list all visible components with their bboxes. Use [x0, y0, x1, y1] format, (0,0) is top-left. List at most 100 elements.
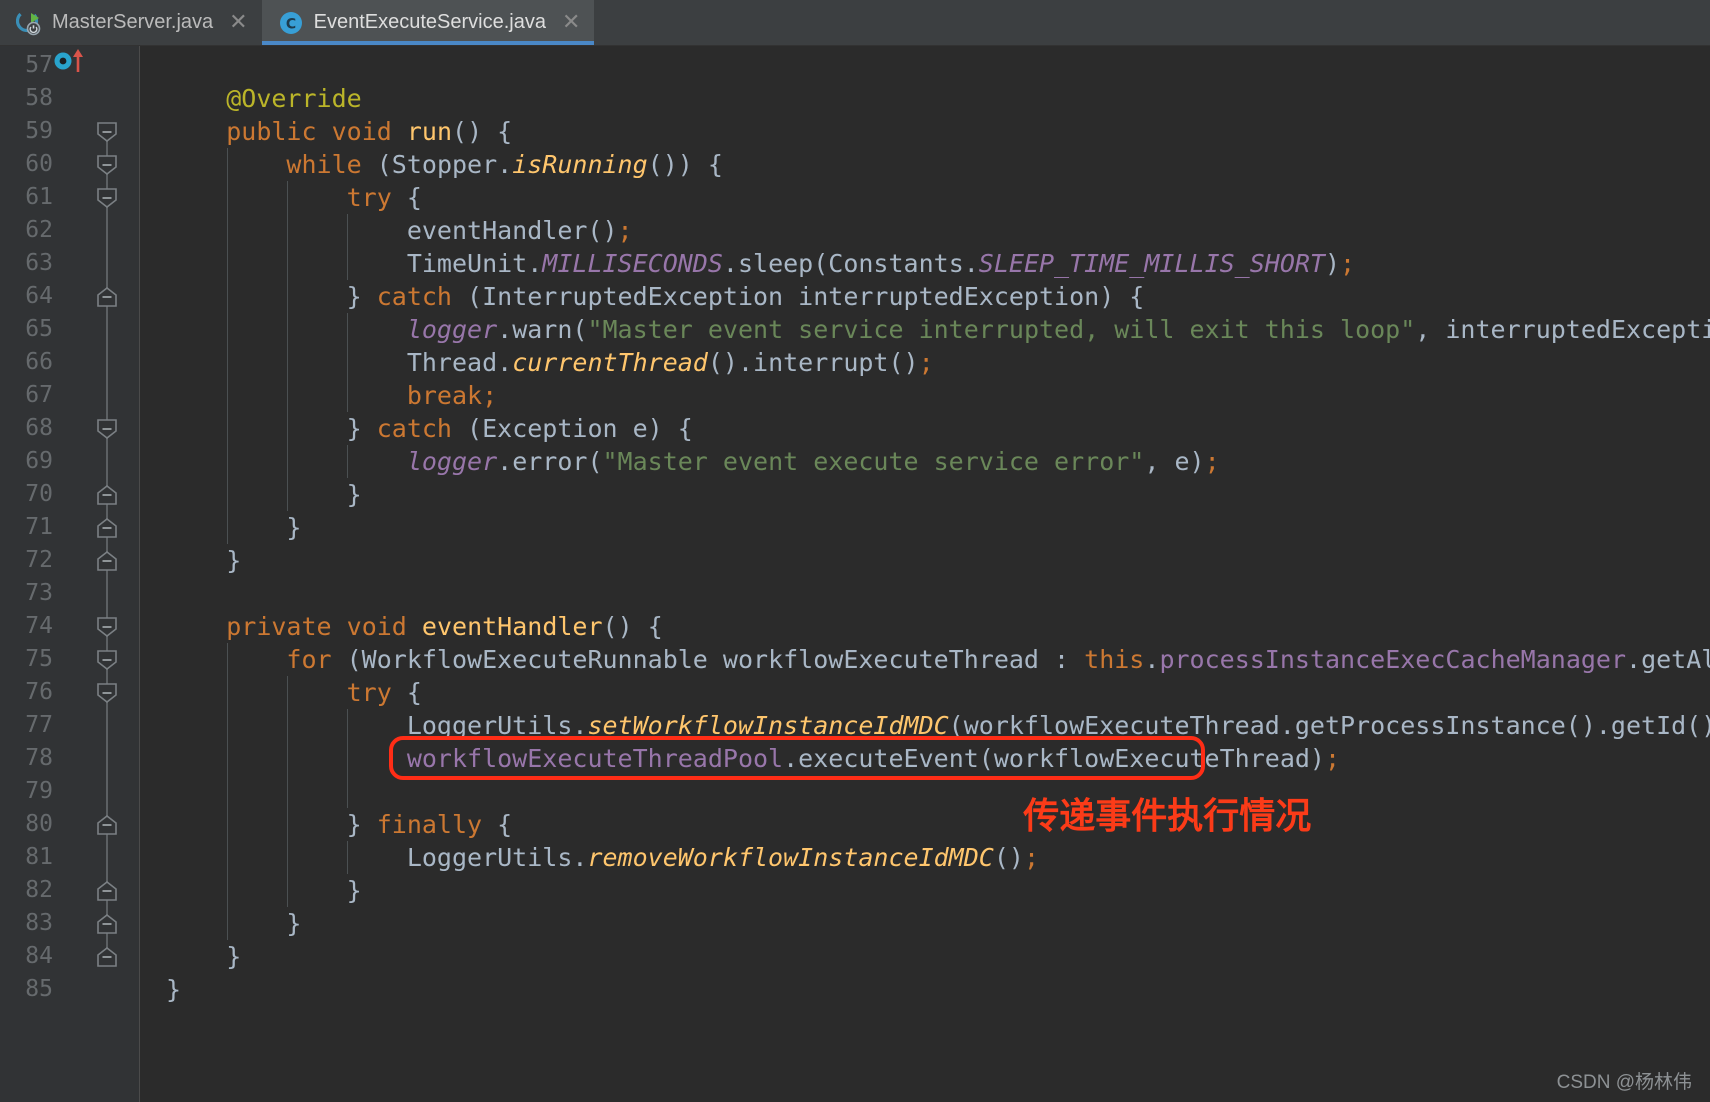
line-number: 73 — [25, 580, 53, 606]
line-number: 58 — [25, 85, 53, 111]
code-line[interactable]: private void eventHandler() { — [166, 610, 663, 643]
fold-start-icon[interactable] — [97, 616, 117, 637]
code-line[interactable]: } — [166, 907, 301, 940]
fold-start-icon[interactable] — [97, 121, 117, 142]
close-icon[interactable]: ✕ — [229, 11, 247, 34]
code-token: void — [346, 612, 407, 641]
code-token: ().interrupt() — [707, 348, 919, 377]
code-token: Thread. — [166, 348, 513, 377]
code-line[interactable]: } — [166, 511, 301, 544]
code-line[interactable]: break; — [166, 379, 497, 412]
line-number: 65 — [25, 316, 53, 342]
code-token: break — [406, 381, 483, 410]
code-line[interactable]: logger.error("Master event execute servi… — [166, 445, 1220, 478]
code-token: isRunning — [512, 150, 648, 179]
code-line[interactable]: } catch (InterruptedException interrupte… — [166, 280, 1145, 313]
fold-end-icon[interactable] — [97, 484, 117, 505]
overridden-method-marker[interactable] — [52, 46, 92, 76]
code-token: try — [346, 678, 392, 707]
code-token: ) — [1324, 249, 1341, 278]
code-line[interactable]: } catch (Exception e) { — [166, 412, 693, 445]
line-number: 63 — [25, 250, 53, 276]
code-line[interactable]: try { — [166, 676, 422, 709]
line-number: 66 — [25, 349, 53, 375]
code-token: @Override — [226, 84, 362, 113]
code-line[interactable]: TimeUnit.MILLISECONDS.sleep(Constants.SL… — [166, 247, 1355, 280]
code-token: LoggerUtils. — [166, 843, 588, 872]
fold-start-icon[interactable] — [97, 418, 117, 439]
code-token: logger — [406, 315, 498, 344]
code-line[interactable]: } finally { — [166, 808, 513, 841]
editor-gutter[interactable]: 57 58 59 60 61 62 63 64 65 66 67 68 69 70 71 72 73 74 75 76… — [0, 46, 140, 1102]
fold-end-icon[interactable] — [97, 880, 117, 901]
code-token: } — [166, 876, 362, 905]
code-token: () — [993, 843, 1024, 872]
code-token: ; — [1340, 249, 1356, 278]
code-line[interactable]: public void run() { — [166, 115, 512, 148]
code-line[interactable]: @Override — [166, 82, 362, 115]
code-token: () { — [602, 612, 663, 641]
code-token: } — [166, 480, 362, 509]
line-number: 57 — [25, 52, 53, 78]
line-number: 60 — [25, 151, 53, 177]
code-token: ; — [1324, 744, 1341, 773]
fold-end-icon[interactable] — [97, 286, 117, 307]
code-token: } — [166, 414, 377, 443]
tab-label: MasterServer.java — [52, 11, 214, 33]
line-number: 64 — [25, 283, 53, 309]
tab-eventexecuteservice-java[interactable]: C EventExecuteService.java ✕ — [261, 0, 595, 45]
code-line[interactable]: Thread.currentThread().interrupt(); — [166, 346, 934, 379]
fold-end-icon[interactable] — [97, 946, 117, 967]
line-number: 61 — [25, 184, 53, 210]
code-line[interactable]: try { — [166, 181, 422, 214]
code-line[interactable]: } — [166, 874, 362, 907]
line-number: 67 — [25, 382, 53, 408]
close-icon[interactable]: ✕ — [562, 11, 580, 34]
code-editor[interactable]: 57 58 59 60 61 62 63 64 65 66 67 68 69 70 71 72 73 74 75 76… — [0, 46, 1710, 1102]
code-surface[interactable]: @Override public void run() { while (Sto… — [141, 46, 1710, 1102]
code-token: finally — [376, 810, 483, 839]
fold-end-icon[interactable] — [97, 517, 117, 538]
fold-start-icon[interactable] — [97, 154, 117, 175]
code-line[interactable]: } — [166, 544, 241, 577]
code-line[interactable]: for (WorkflowExecuteRunnable workflowExe… — [166, 643, 1710, 676]
code-token: processInstanceExecCacheManager — [1159, 645, 1627, 674]
code-token: currentThread — [512, 348, 708, 377]
code-token: } — [166, 909, 302, 938]
code-line[interactable]: } — [166, 940, 241, 973]
code-token: .getAll()) { — [1626, 645, 1710, 674]
fold-start-icon[interactable] — [97, 682, 117, 703]
tab-masterserver-java[interactable]: MasterServer.java ✕ — [0, 0, 262, 45]
fold-end-icon[interactable] — [97, 550, 117, 571]
fold-end-icon[interactable] — [97, 913, 117, 934]
line-number: 79 — [25, 778, 53, 804]
code-line[interactable]: } — [166, 478, 362, 511]
code-token: "Master event execute service error" — [602, 447, 1145, 476]
line-number: 68 — [25, 415, 53, 441]
code-line[interactable]: } — [166, 973, 181, 1006]
code-line[interactable]: LoggerUtils.removeWorkflowInstanceIdMDC(… — [166, 841, 1039, 874]
editor-tab-bar: MasterServer.java ✕ C EventExecuteServic… — [0, 0, 1710, 46]
code-token: } — [166, 810, 377, 839]
code-line[interactable]: eventHandler(); — [166, 214, 633, 247]
code-line[interactable]: LoggerUtils.setWorkflowInstanceIdMDC(wor… — [166, 709, 1710, 742]
code-line[interactable]: while (Stopper.isRunning()) { — [166, 148, 723, 181]
code-token: setWorkflowInstanceIdMDC — [587, 711, 949, 740]
code-token: LoggerUtils. — [166, 711, 588, 740]
code-token: run — [406, 117, 453, 146]
code-token: catch — [376, 414, 452, 443]
code-line[interactable]: workflowExecuteThreadPool.executeEvent(w… — [166, 742, 1340, 775]
code-token: } — [166, 546, 242, 575]
code-line[interactable]: logger.warn("Master event service interr… — [166, 313, 1710, 346]
code-token: ; — [1204, 447, 1220, 476]
fold-start-icon[interactable] — [97, 187, 117, 208]
fold-start-icon[interactable] — [97, 649, 117, 670]
fold-end-icon[interactable] — [97, 814, 117, 835]
